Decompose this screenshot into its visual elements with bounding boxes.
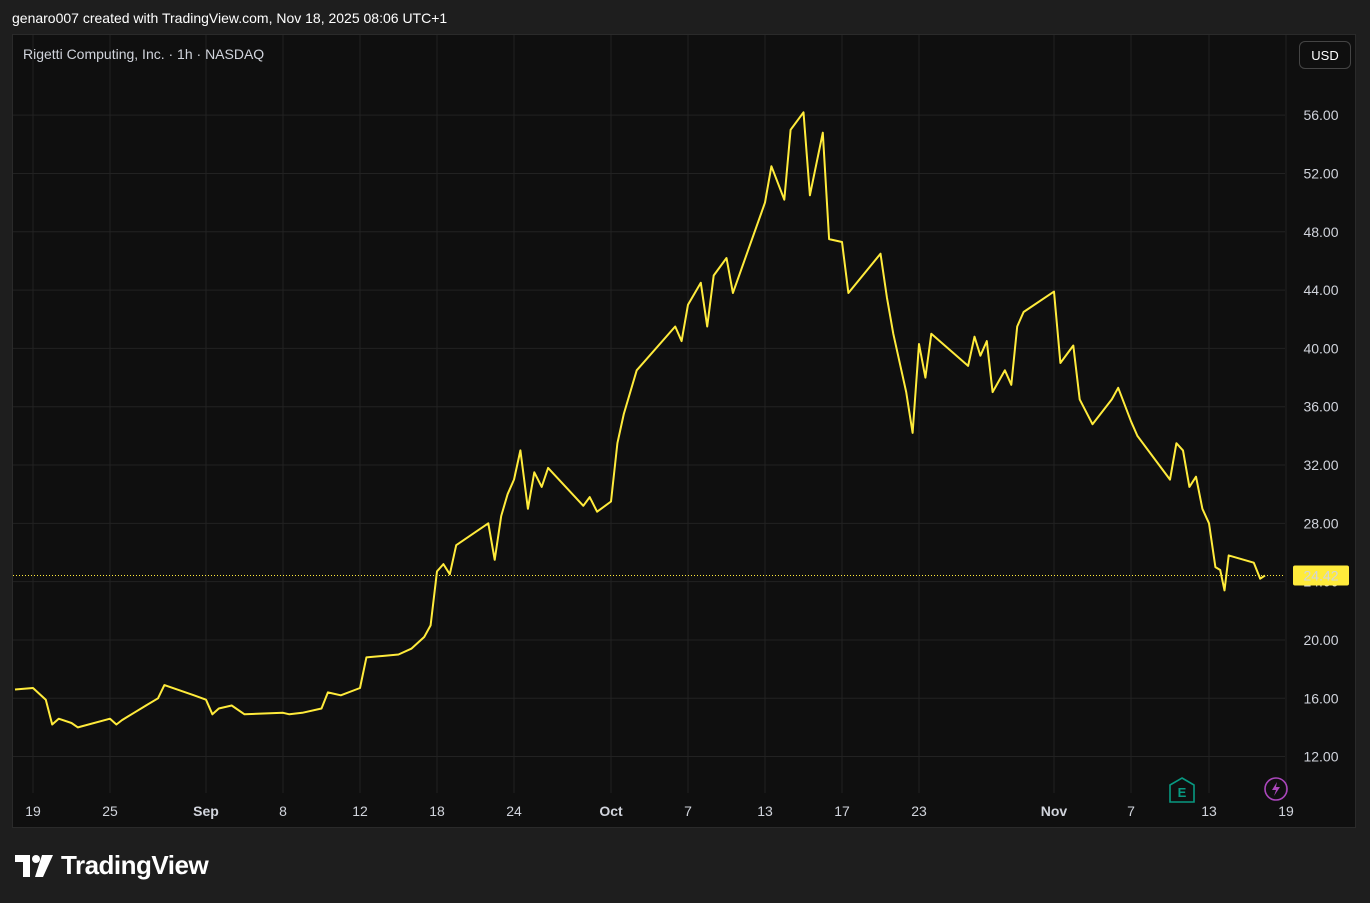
attribution-text: genaro007 created with TradingView.com, … [12, 10, 448, 26]
earnings-marker[interactable]: E [1169, 777, 1195, 803]
earnings-label: E [1178, 785, 1187, 800]
tradingview-logo-text: TradingView [61, 850, 209, 880]
x-tick-label: 24 [506, 803, 522, 819]
x-tick-label: Nov [1041, 803, 1068, 819]
x-tick-label: 23 [911, 803, 927, 819]
x-tick-label: 7 [684, 803, 692, 819]
y-tick-label: 44.00 [1303, 282, 1338, 298]
x-tick-label: Oct [599, 803, 623, 819]
tradingview-logo[interactable]: TradingView [15, 850, 209, 881]
y-tick-label: 48.00 [1303, 224, 1338, 240]
x-tick-label: 7 [1127, 803, 1135, 819]
price-line [14, 111, 1266, 729]
y-tick-label: 28.00 [1303, 515, 1338, 531]
x-tick-label: 25 [102, 803, 118, 819]
x-tick-label: 19 [1278, 803, 1294, 819]
time-axis[interactable]: 19 25 Sep 8 12 18 24 Oct 7 13 17 23 Nov 7 13 19 [25, 803, 1294, 819]
x-tick-label: 13 [1201, 803, 1217, 819]
price-chart[interactable]: 56.00 52.00 48.00 44.00 40.00 36.00 32.00 28.00… [13, 35, 1355, 827]
x-tick-label: 13 [757, 803, 773, 819]
tradingview-logo-icon [15, 854, 53, 877]
grid-lines [13, 35, 1287, 793]
y-tick-label: 52.00 [1303, 165, 1338, 181]
currency-button[interactable]: USD [1299, 41, 1351, 69]
y-tick-label: 16.00 [1303, 690, 1338, 706]
flash-marker[interactable] [1264, 777, 1288, 801]
x-tick-label: Sep [193, 803, 219, 819]
chart-pane[interactable]: 56.00 52.00 48.00 44.00 40.00 36.00 32.00 28.00… [12, 34, 1356, 828]
last-price-label: 24.42 [1293, 565, 1349, 586]
x-tick-label: 18 [429, 803, 445, 819]
x-tick-label: 19 [25, 803, 41, 819]
y-tick-label: 20.00 [1303, 632, 1338, 648]
y-tick-label: 56.00 [1303, 107, 1338, 123]
symbol-title[interactable]: Rigetti Computing, Inc. · 1h · NASDAQ [23, 46, 264, 62]
y-tick-label: 36.00 [1303, 399, 1338, 415]
lightning-icon [1272, 782, 1280, 796]
x-tick-label: 12 [352, 803, 368, 819]
x-tick-label: 8 [279, 803, 287, 819]
last-price-value: 24.42 [1303, 568, 1338, 584]
price-axis[interactable]: 56.00 52.00 48.00 44.00 40.00 36.00 32.00 28.00… [1303, 107, 1338, 764]
y-tick-label: 32.00 [1303, 457, 1338, 473]
x-tick-label: 17 [834, 803, 850, 819]
y-tick-label: 40.00 [1303, 340, 1338, 356]
y-tick-label: 12.00 [1303, 749, 1338, 765]
